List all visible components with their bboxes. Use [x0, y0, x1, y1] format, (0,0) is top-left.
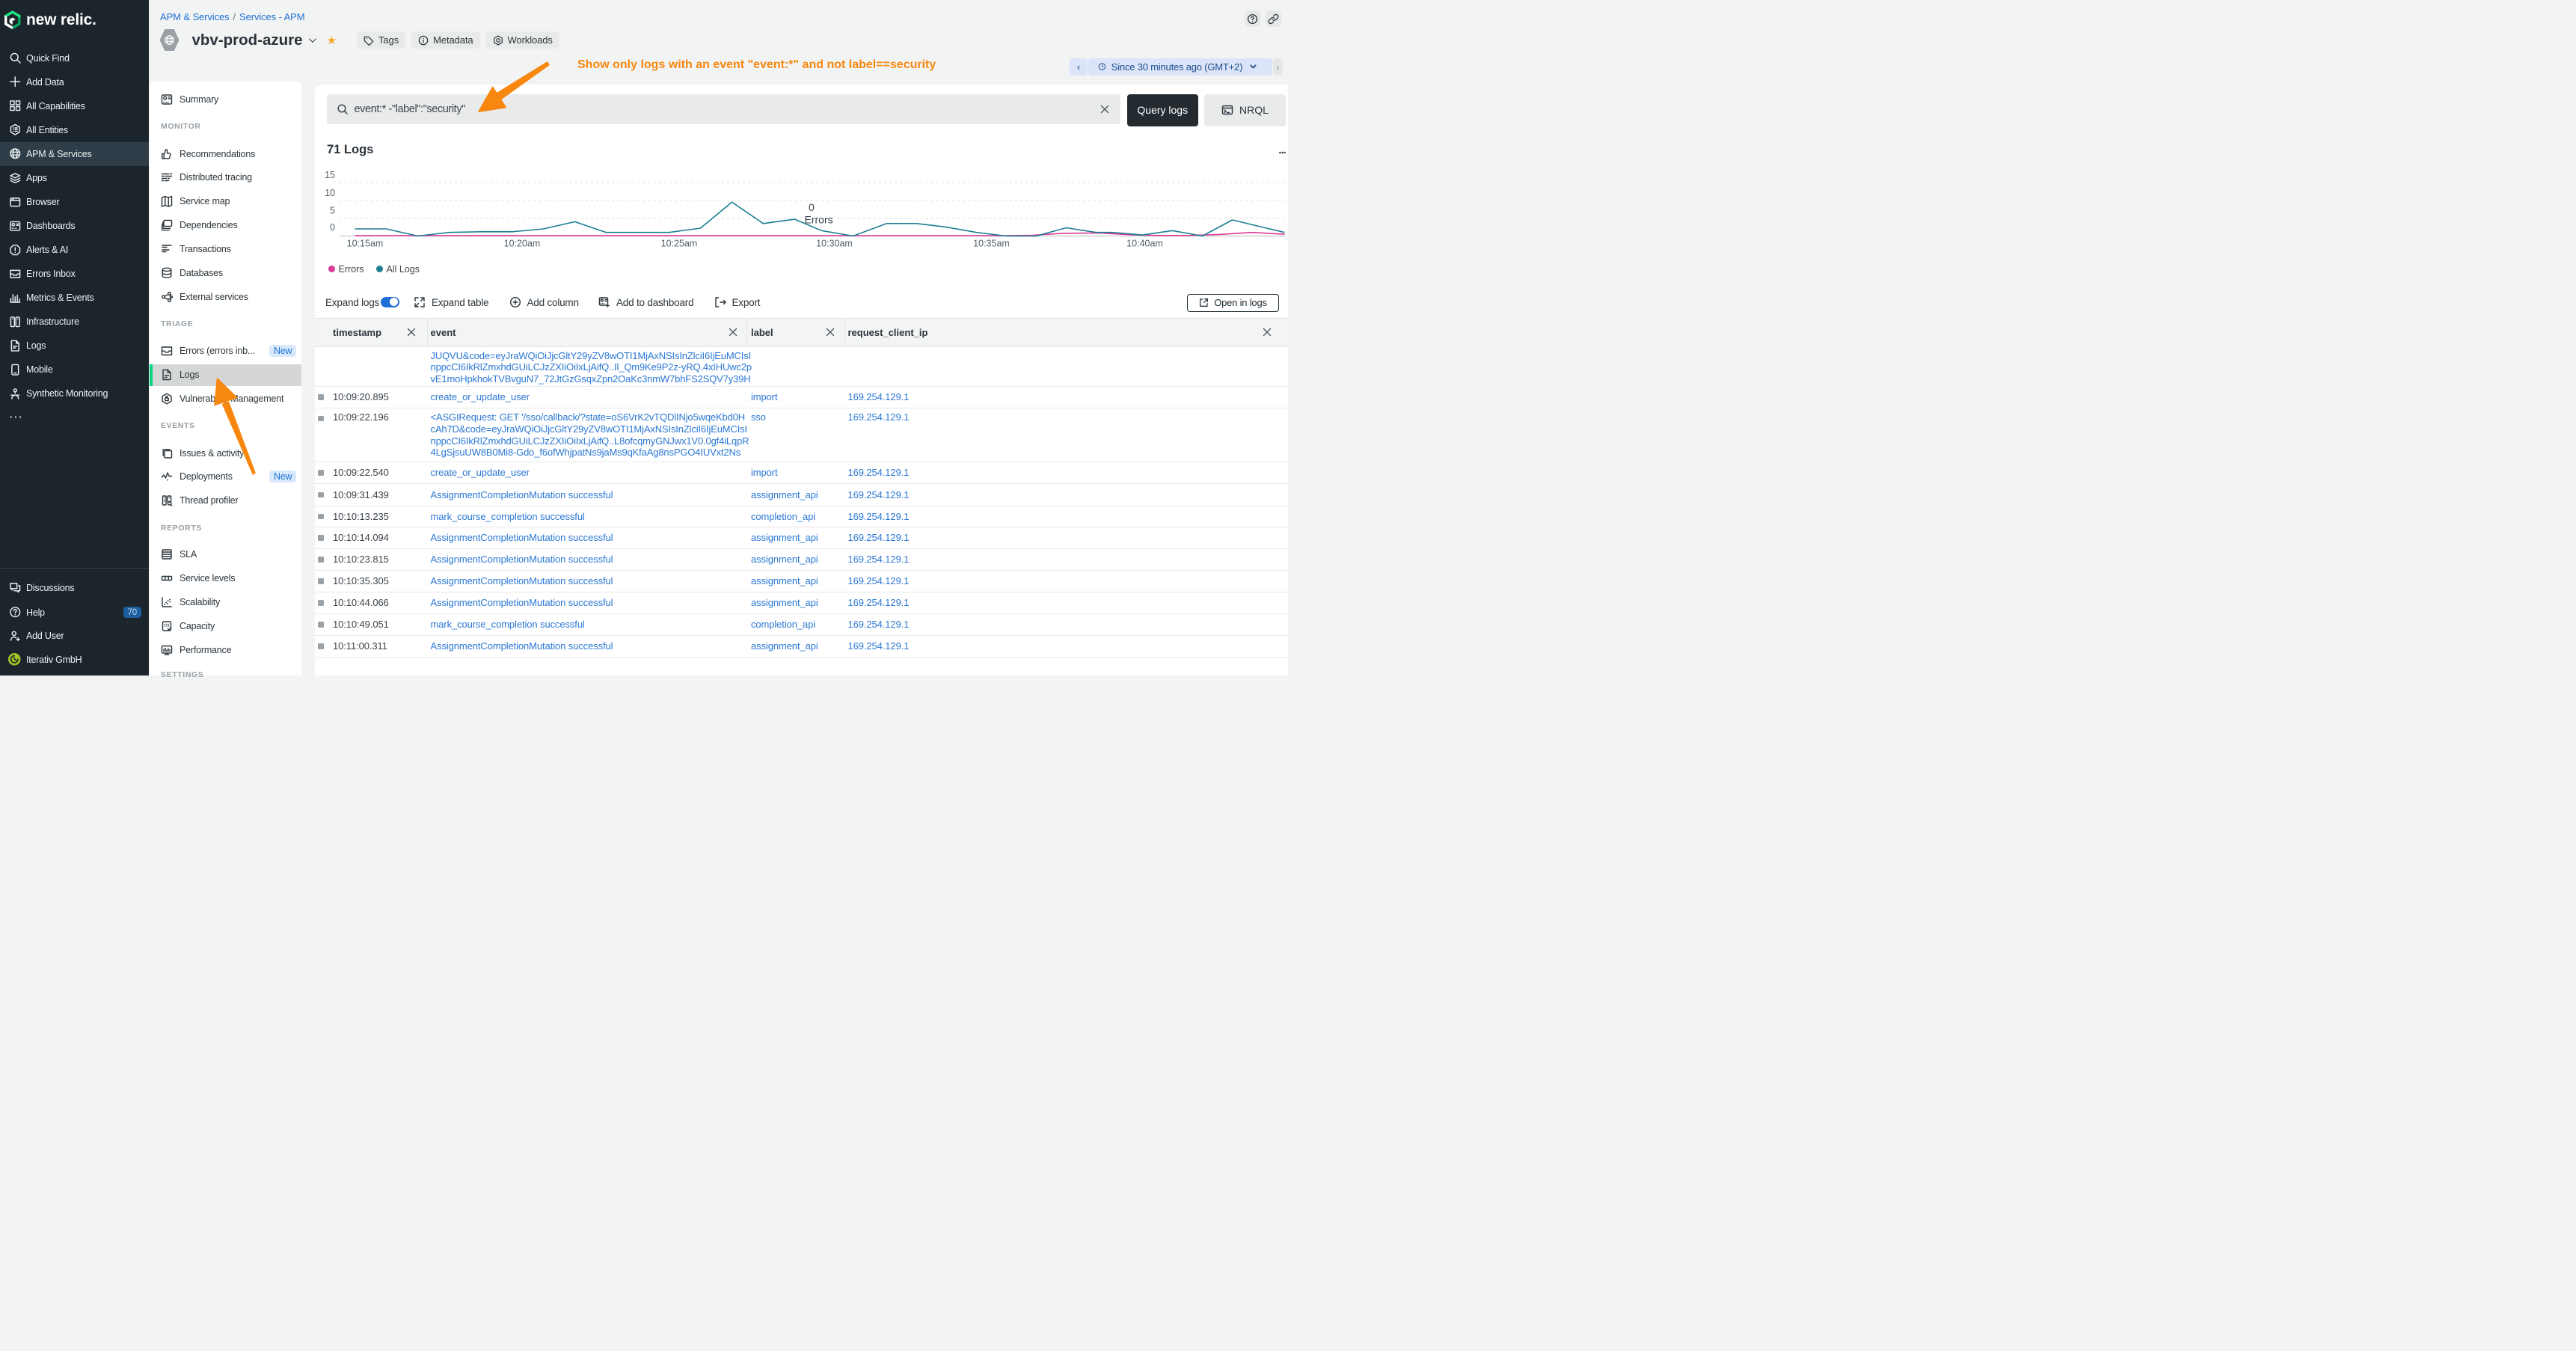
svg-text:0: 0 [330, 222, 335, 233]
svg-text:10:25am: 10:25am [660, 238, 697, 248]
svg-text:10:35am: 10:35am [973, 238, 1010, 248]
svg-text:5: 5 [330, 205, 335, 215]
svg-text:10: 10 [325, 187, 335, 197]
svg-text:10:30am: 10:30am [816, 238, 853, 248]
svg-text:Errors: Errors [804, 213, 832, 225]
svg-text:10:40am: 10:40am [1126, 238, 1163, 248]
svg-text:0: 0 [809, 201, 815, 213]
svg-text:15: 15 [325, 171, 335, 180]
svg-text:10:15am: 10:15am [346, 238, 383, 248]
svg-text:10:20am: 10:20am [503, 238, 540, 248]
